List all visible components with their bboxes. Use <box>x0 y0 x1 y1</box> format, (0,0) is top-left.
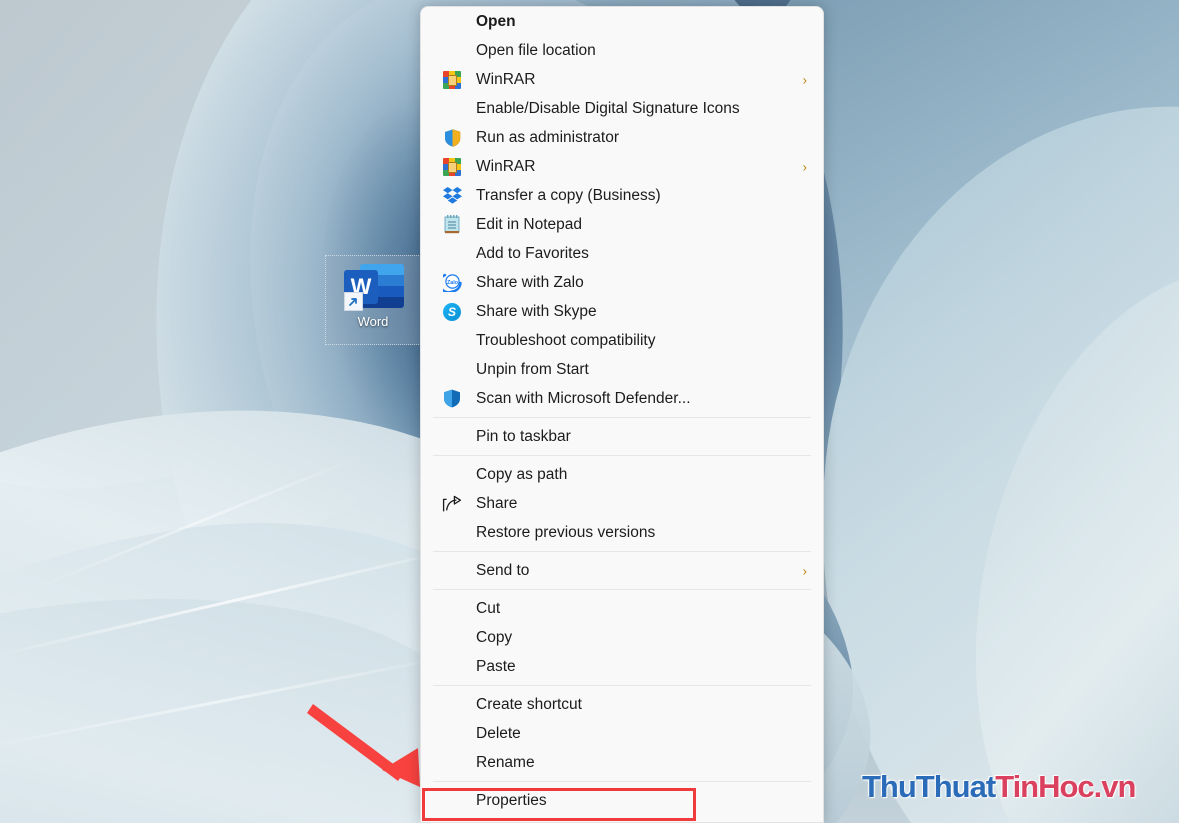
menu-separator <box>433 417 811 418</box>
menu-item-restore-previous-versions[interactable]: Restore previous versions <box>421 518 823 547</box>
menu-item-label: Edit in Notepad <box>476 215 582 233</box>
icon-placeholder <box>442 523 462 543</box>
icon-placeholder <box>442 99 462 119</box>
menu-item-label: Paste <box>476 657 516 675</box>
menu-item-copy[interactable]: Copy <box>421 623 823 652</box>
menu-item-label: Copy as path <box>476 465 568 483</box>
menu-item-label: Restore previous versions <box>476 523 656 541</box>
menu-item-label: Share with Zalo <box>476 273 584 291</box>
menu-item-paste[interactable]: Paste <box>421 652 823 681</box>
icon-placeholder <box>442 599 462 619</box>
shortcut-overlay-icon <box>344 292 363 311</box>
menu-item-label: Rename <box>476 753 535 771</box>
menu-separator <box>433 781 811 782</box>
menu-item-label: Open <box>476 12 516 30</box>
menu-separator <box>433 455 811 456</box>
winrar-icon <box>442 157 462 177</box>
menu-item-label: Create shortcut <box>476 695 582 713</box>
notepad-icon <box>442 215 462 235</box>
menu-item-cut[interactable]: Cut <box>421 594 823 623</box>
defender-shield-icon <box>442 389 462 409</box>
menu-item-label: Transfer a copy (Business) <box>476 186 661 204</box>
menu-separator <box>433 685 811 686</box>
menu-item-add-to-favorites[interactable]: Add to Favorites <box>421 239 823 268</box>
skype-icon: S <box>442 302 462 322</box>
icon-placeholder <box>442 465 462 485</box>
menu-item-rename[interactable]: Rename <box>421 748 823 777</box>
menu-item-label: Copy <box>476 628 513 646</box>
menu-separator <box>433 589 811 590</box>
menu-item-label: Send to <box>476 561 530 579</box>
icon-placeholder <box>442 695 462 715</box>
menu-item-label: Open file location <box>476 41 596 59</box>
menu-item-pin-to-taskbar[interactable]: Pin to taskbar <box>421 422 823 451</box>
uac-shield-icon <box>442 128 462 148</box>
share-icon <box>442 494 462 514</box>
chevron-right-icon[interactable]: › <box>803 159 807 174</box>
menu-item-edit-in-notepad[interactable]: Edit in Notepad <box>421 210 823 239</box>
menu-item-label: WinRAR <box>476 70 536 88</box>
menu-item-run-as-administrator[interactable]: Run as administrator <box>421 123 823 152</box>
svg-text:Zalo: Zalo <box>446 280 458 286</box>
menu-item-winrar[interactable]: WinRAR › <box>421 152 823 181</box>
chevron-right-icon[interactable]: › <box>803 563 807 578</box>
site-watermark: ThuThuatTinHoc.vn <box>862 769 1136 805</box>
menu-item-label: Share with Skype <box>476 302 597 320</box>
icon-placeholder <box>442 41 462 61</box>
icon-placeholder <box>442 360 462 380</box>
menu-item-label: Delete <box>476 724 521 742</box>
menu-item-share-with-zalo[interactable]: Zalo Share with Zalo <box>421 268 823 297</box>
zalo-icon: Zalo <box>442 273 462 293</box>
icon-placeholder <box>442 628 462 648</box>
icon-placeholder <box>442 724 462 744</box>
menu-item-label: Run as administrator <box>476 128 620 146</box>
menu-separator <box>433 551 811 552</box>
menu-item-open-file-location[interactable]: Open file location <box>421 36 823 65</box>
winrar-icon <box>442 70 462 90</box>
menu-item-label: Pin to taskbar <box>476 427 571 445</box>
menu-item-open[interactable]: Open <box>421 7 823 36</box>
dropbox-icon <box>442 186 462 206</box>
chevron-right-icon[interactable]: › <box>803 72 807 87</box>
desktop-icon-label: Word <box>357 314 389 329</box>
menu-item-label: Scan with Microsoft Defender... <box>476 389 691 407</box>
menu-item-delete[interactable]: Delete <box>421 719 823 748</box>
icon-placeholder <box>442 427 462 447</box>
icon-placeholder <box>442 657 462 677</box>
properties-highlight-box <box>422 788 696 821</box>
menu-item-winrar[interactable]: WinRAR › <box>421 65 823 94</box>
menu-item-label: WinRAR <box>476 157 536 175</box>
menu-item-transfer-a-copy-business[interactable]: Transfer a copy (Business) <box>421 181 823 210</box>
icon-placeholder <box>442 753 462 773</box>
menu-item-share[interactable]: Share <box>421 489 823 518</box>
icon-placeholder <box>442 561 462 581</box>
desktop-icon-word[interactable]: W Word <box>325 255 421 345</box>
word-icon: W <box>342 262 404 312</box>
menu-item-copy-as-path[interactable]: Copy as path <box>421 460 823 489</box>
menu-item-label: Enable/Disable Digital Signature Icons <box>476 99 740 117</box>
icon-placeholder <box>442 12 462 32</box>
menu-item-label: Troubleshoot compatibility <box>476 331 656 349</box>
menu-item-troubleshoot-compatibility[interactable]: Troubleshoot compatibility <box>421 326 823 355</box>
menu-item-send-to[interactable]: Send to › <box>421 556 823 585</box>
menu-item-label: Cut <box>476 599 501 617</box>
menu-item-label: Share <box>476 494 518 512</box>
icon-placeholder <box>442 244 462 264</box>
menu-item-label: Unpin from Start <box>476 360 589 378</box>
menu-item-label: Add to Favorites <box>476 244 589 262</box>
menu-item-enable-disable-digital-signature-icons[interactable]: Enable/Disable Digital Signature Icons <box>421 94 823 123</box>
menu-item-scan-with-microsoft-defender[interactable]: Scan with Microsoft Defender... <box>421 384 823 413</box>
icon-placeholder <box>442 331 462 351</box>
menu-item-unpin-from-start[interactable]: Unpin from Start <box>421 355 823 384</box>
context-menu: Open Open file location WinRAR › Enable/Disa… <box>420 6 824 823</box>
watermark-part-2: TinHoc.vn <box>995 769 1136 804</box>
watermark-part-1: ThuThuat <box>862 769 996 804</box>
menu-item-share-with-skype[interactable]: S Share with Skype <box>421 297 823 326</box>
menu-item-create-shortcut[interactable]: Create shortcut <box>421 690 823 719</box>
